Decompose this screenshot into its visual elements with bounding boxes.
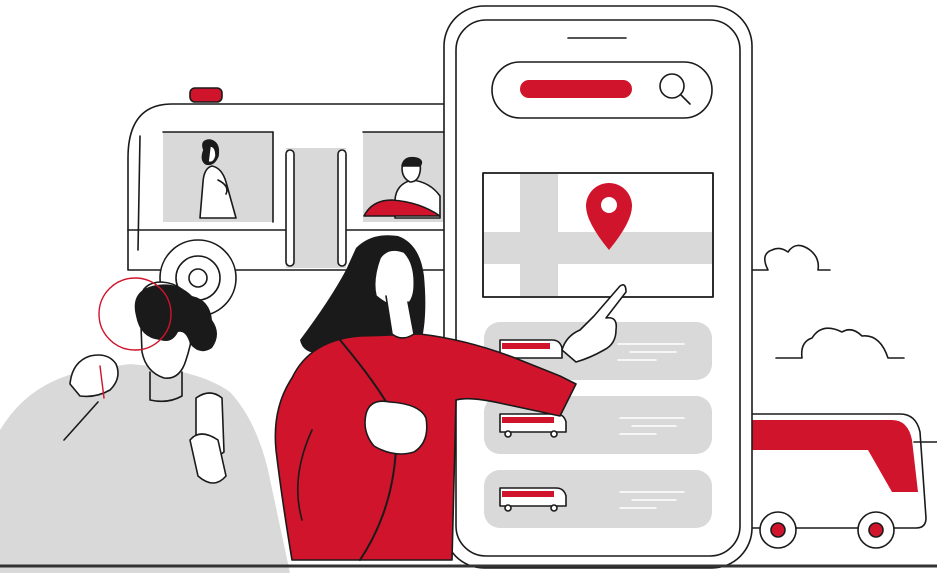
search-bar[interactable]	[491, 61, 713, 119]
search-query-placeholder	[520, 80, 632, 98]
bus-roof-light	[189, 87, 223, 103]
smartphone	[443, 5, 753, 569]
map-view[interactable]	[482, 172, 714, 298]
map-road	[484, 232, 712, 264]
result-card[interactable]	[484, 470, 712, 528]
man-with-magnifier	[0, 277, 290, 573]
travel-booking-illustration	[0, 5, 937, 573]
woman-hand	[364, 400, 428, 455]
bus-doors	[285, 148, 347, 268]
man-hand	[69, 354, 119, 398]
cloud-icon	[741, 244, 905, 359]
man-torso	[0, 364, 290, 573]
